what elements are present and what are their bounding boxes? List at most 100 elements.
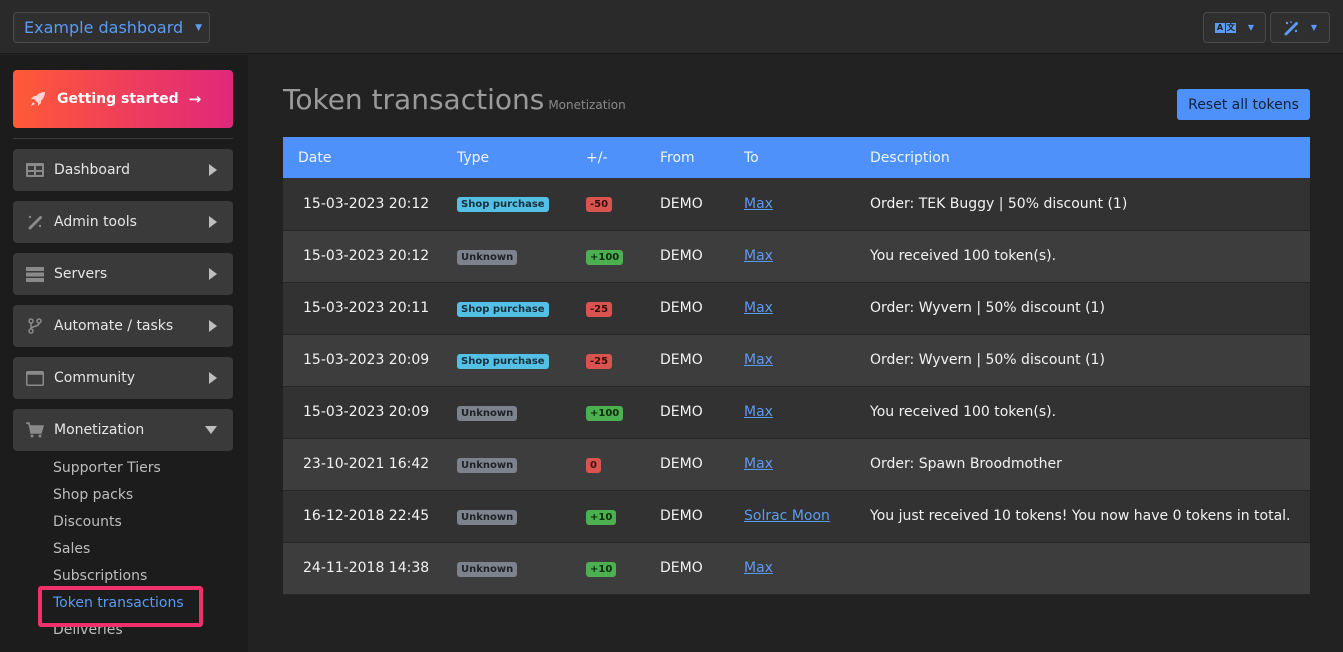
- sidebar-item-label: Dashboard: [54, 162, 130, 178]
- cell-description: You received 100 token(s).: [870, 404, 1057, 420]
- reset-all-tokens-button[interactable]: Reset all tokens: [1177, 89, 1310, 120]
- cell-to: Max: [744, 282, 870, 334]
- cell-description: [870, 542, 1310, 594]
- page-title: Token transactions Monetization: [283, 83, 626, 116]
- cell-date: 15-03-2023 20:12: [303, 195, 430, 212]
- sidebar-item-label: Admin tools: [54, 214, 137, 230]
- subnav-item-discounts[interactable]: Discounts: [53, 509, 184, 536]
- type-badge: Unknown: [457, 249, 518, 265]
- cell-to: Max: [744, 438, 870, 490]
- cell-amount: -50: [586, 178, 660, 230]
- chevron-down-icon: ▼: [1247, 23, 1255, 32]
- cell-from: DEMO: [660, 404, 703, 420]
- type-badge: Shop purchase: [457, 353, 549, 369]
- cell-date: 15-03-2023 20:09: [303, 404, 430, 420]
- sidebar-item-automate-tasks[interactable]: Automate / tasks: [13, 305, 233, 347]
- amount-badge: -25: [586, 301, 613, 317]
- rocket-icon: [31, 92, 45, 106]
- arrow-right-icon: →: [188, 90, 202, 108]
- cell-date: 24-11-2018 14:38: [303, 560, 430, 576]
- cell-date: 15-03-2023 20:09: [303, 352, 430, 368]
- sidebar-item-label: Community: [54, 370, 136, 386]
- main-content: Token transactions Monetization Reset all…: [248, 55, 1343, 652]
- dashboard-select[interactable]: Example dashboard ▼: [13, 12, 210, 43]
- column-header-description[interactable]: Description: [870, 137, 1310, 178]
- cell-type: Shop purchase: [457, 178, 586, 230]
- amount-badge: -50: [586, 197, 613, 213]
- table-row: 15-03-2023 20:12 Shop purchase -50 DEMO Max O…: [283, 178, 1310, 230]
- table-row: 15-03-2023 20:09 Unknown +100 DEMO Max You re…: [283, 386, 1310, 438]
- table-header-row: Date Type +/- From To Description: [283, 137, 1310, 178]
- cell-type: Unknown: [457, 490, 586, 542]
- recipient-link[interactable]: Max: [744, 456, 773, 472]
- subnav-item-supporter-tiers[interactable]: Supporter Tiers: [53, 455, 184, 482]
- cell-type: Unknown: [457, 438, 586, 490]
- getting-started-label: Getting started: [57, 91, 179, 107]
- table-row: 16-12-2018 22:45 Unknown +10 DEMO Solrac Moo…: [283, 490, 1310, 542]
- cell-date: 16-12-2018 22:45: [303, 508, 430, 524]
- top-bar: Example dashboard ▼ A文 ▼ ▼: [0, 0, 1343, 54]
- column-header-date[interactable]: Date: [283, 137, 457, 178]
- amount-badge: +100: [586, 405, 624, 421]
- column-header-type[interactable]: Type: [457, 137, 586, 178]
- recipient-link[interactable]: Max: [744, 196, 773, 212]
- chevron-down-icon: ▼: [195, 22, 203, 33]
- sidebar-item-dashboard[interactable]: Dashboard: [13, 149, 233, 191]
- recipient-link[interactable]: Max: [744, 560, 773, 576]
- recipient-link[interactable]: Max: [744, 352, 773, 368]
- recipient-link[interactable]: Solrac Moon: [744, 508, 830, 524]
- table-row: 15-03-2023 20:09 Shop purchase -25 DEMO Max O…: [283, 334, 1310, 386]
- window-icon: [26, 370, 44, 386]
- recipient-link[interactable]: Max: [744, 300, 773, 316]
- sidebar-item-admin-tools[interactable]: Admin tools: [13, 201, 233, 243]
- chevron-down-icon: ▼: [1310, 23, 1318, 32]
- language-button[interactable]: A文 ▼: [1203, 12, 1266, 43]
- subnav-item-sales[interactable]: Sales: [53, 536, 184, 563]
- column-header-to[interactable]: To: [744, 137, 870, 178]
- cell-from: DEMO: [660, 248, 703, 264]
- column-header-from[interactable]: From: [660, 137, 744, 178]
- chevron-right-icon: [209, 268, 217, 280]
- chevron-down-icon: [205, 426, 217, 434]
- type-badge: Unknown: [457, 561, 518, 577]
- sidebar-item-community[interactable]: Community: [13, 357, 233, 399]
- chevron-right-icon: [209, 320, 217, 332]
- cell-from: DEMO: [660, 300, 703, 316]
- recipient-link[interactable]: Max: [744, 404, 773, 420]
- cell-type: Unknown: [457, 230, 586, 282]
- cell-to: Max: [744, 386, 870, 438]
- cell-to: Max: [744, 334, 870, 386]
- cell-to: Max: [744, 178, 870, 230]
- amount-badge: 0: [586, 457, 601, 473]
- sidebar-item-label: Servers: [54, 266, 108, 282]
- chevron-right-icon: [209, 164, 217, 176]
- sidebar-divider: [13, 138, 233, 139]
- highlight-annotation: [38, 586, 203, 627]
- recipient-link[interactable]: Max: [744, 248, 773, 264]
- magic-wand-icon: [1284, 20, 1298, 35]
- getting-started-button[interactable]: Getting started →: [13, 70, 233, 128]
- table-icon: [26, 162, 44, 178]
- subnav-item-shop-packs[interactable]: Shop packs: [53, 482, 184, 509]
- cell-amount: +10: [586, 490, 660, 542]
- cell-amount: +100: [586, 386, 660, 438]
- type-badge: Shop purchase: [457, 197, 549, 213]
- page-subtitle: Monetization: [548, 98, 626, 112]
- chevron-right-icon: [209, 216, 217, 228]
- sidebar-item-monetization[interactable]: Monetization: [13, 409, 233, 451]
- type-badge: Unknown: [457, 405, 518, 421]
- cell-from: DEMO: [660, 508, 703, 524]
- translate-icon: A文: [1214, 22, 1236, 33]
- cell-to: Max: [744, 542, 870, 594]
- page-title-text: Token transactions: [283, 83, 545, 116]
- sidebar-item-servers[interactable]: Servers: [13, 253, 233, 295]
- cell-amount: 0: [586, 438, 660, 490]
- column-header-amount[interactable]: +/-: [586, 137, 660, 178]
- sidebar-item-label: Automate / tasks: [54, 318, 174, 334]
- cell-description: You just received 10 tokens! You now hav…: [870, 508, 1291, 524]
- magic-tools-button[interactable]: ▼: [1270, 12, 1330, 43]
- cell-date: 23-10-2021 16:42: [303, 456, 430, 472]
- cell-date: 15-03-2023 20:11: [303, 300, 430, 316]
- cell-amount: -25: [586, 282, 660, 334]
- table-row: 23-10-2021 16:42 Unknown 0 DEMO Max Order: Sp…: [283, 438, 1310, 490]
